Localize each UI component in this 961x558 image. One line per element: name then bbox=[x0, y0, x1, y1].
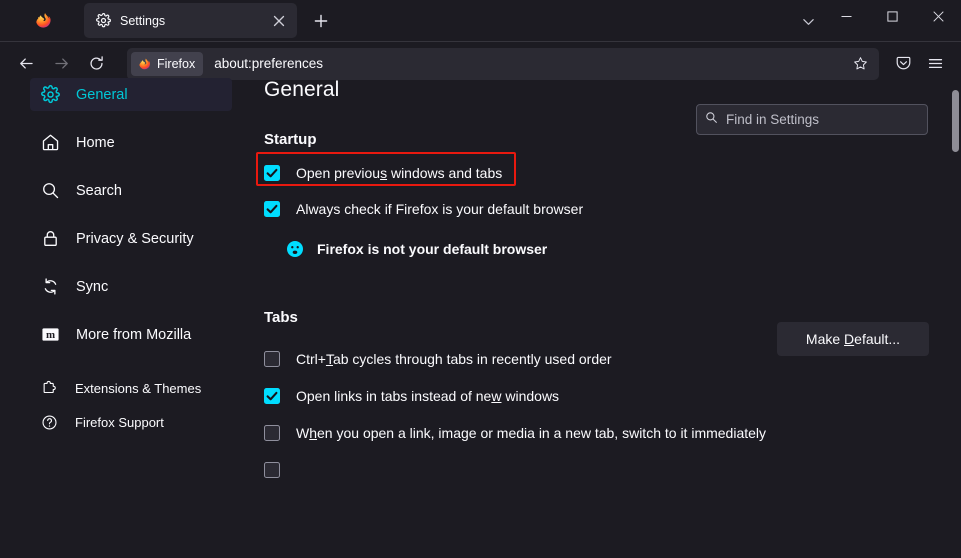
sidebar-item-label: General bbox=[76, 86, 128, 103]
back-button[interactable] bbox=[10, 48, 42, 80]
sidebar-item-label: Extensions & Themes bbox=[75, 380, 202, 396]
section-heading-startup: Startup bbox=[264, 131, 317, 148]
home-icon bbox=[40, 133, 60, 153]
sidebar-divider-gap bbox=[0, 351, 232, 373]
mozilla-m-icon: m bbox=[40, 325, 60, 345]
close-window-button[interactable] bbox=[915, 0, 961, 32]
window-controls bbox=[823, 0, 961, 41]
close-icon[interactable] bbox=[269, 11, 289, 31]
list-all-tabs-button[interactable] bbox=[793, 7, 823, 35]
minimize-button[interactable] bbox=[823, 0, 869, 32]
checkbox-label: Open links in tabs instead of new window… bbox=[296, 387, 560, 404]
checkbox-row-partial-below-fold[interactable] bbox=[264, 458, 864, 481]
puzzle-piece-icon bbox=[40, 379, 58, 397]
url-text[interactable]: about:preferences bbox=[214, 56, 847, 71]
new-tab-button[interactable] bbox=[307, 7, 335, 35]
sidebar-item-general[interactable]: General bbox=[30, 78, 232, 111]
firefox-logo bbox=[0, 0, 84, 41]
checkbox-always-check-default[interactable] bbox=[264, 200, 280, 217]
checkbox-label: Ctrl+Tab cycles through tabs in recently… bbox=[296, 350, 612, 367]
svg-text:m: m bbox=[45, 329, 54, 341]
tab-bar: Settings bbox=[0, 0, 961, 41]
checkbox-open-links-in-tabs[interactable] bbox=[264, 387, 280, 404]
identity-label: Firefox bbox=[157, 56, 196, 71]
checkbox-row-ctrl-tab-cycles[interactable]: Ctrl+Tab cycles through tabs in recently… bbox=[264, 347, 864, 370]
checkbox-open-previous-windows[interactable] bbox=[264, 164, 280, 181]
lock-icon bbox=[40, 229, 60, 249]
tab-title: Settings bbox=[120, 13, 166, 28]
sidebar-item-sync[interactable]: Sync bbox=[30, 270, 232, 303]
bookmark-star-icon[interactable] bbox=[847, 51, 873, 77]
checkbox-partial[interactable] bbox=[264, 461, 280, 478]
gear-icon bbox=[40, 85, 60, 105]
checkbox-row-switch-to-new-tab[interactable]: When you open a link, image or media in … bbox=[264, 421, 864, 444]
checkbox-row-always-check-default[interactable]: Always check if Firefox is your default … bbox=[264, 197, 864, 220]
pocket-button[interactable] bbox=[887, 48, 919, 80]
sidebar-item-search[interactable]: Search bbox=[30, 174, 232, 207]
checkbox-label: Open previous windows and tabs bbox=[296, 164, 503, 181]
sidebar-item-more-from-mozilla[interactable]: m More from Mozilla bbox=[30, 318, 232, 351]
tab-settings[interactable]: Settings bbox=[84, 3, 297, 38]
gear-icon bbox=[95, 13, 111, 29]
checkbox-label: When you open a link, image or media in … bbox=[296, 424, 767, 441]
checkbox-row-open-links-in-tabs[interactable]: Open links in tabs instead of new window… bbox=[264, 384, 864, 407]
checkbox-ctrl-tab-cycles[interactable] bbox=[264, 350, 280, 367]
default-browser-notice: Firefox is not your default browser bbox=[286, 238, 864, 260]
firefox-settings-window: Settings Firefox about:preferences Find … bbox=[0, 0, 961, 558]
sidebar-item-home[interactable]: Home bbox=[30, 126, 232, 159]
search-icon bbox=[40, 181, 60, 201]
checkbox-switch-to-new-tab[interactable] bbox=[264, 424, 280, 441]
sidebar-item-privacy-security[interactable]: Privacy & Security bbox=[30, 222, 232, 255]
identity-badge[interactable]: Firefox bbox=[131, 51, 204, 76]
forward-button[interactable] bbox=[45, 48, 77, 80]
firefox-logo-icon bbox=[35, 13, 51, 28]
sidebar-item-label: Firefox Support bbox=[75, 414, 164, 430]
sidebar-item-firefox-support[interactable]: Firefox Support bbox=[30, 407, 232, 437]
default-browser-notice-text: Firefox is not your default browser bbox=[317, 241, 548, 257]
checkbox-row-open-previous-windows[interactable]: Open previous windows and tabs bbox=[256, 152, 864, 186]
sidebar-item-label: Sync bbox=[76, 278, 109, 295]
info-circle-icon bbox=[286, 240, 304, 258]
reload-button[interactable] bbox=[80, 48, 112, 80]
settings-sidebar: General Home Search Privacy & Security S… bbox=[0, 78, 232, 437]
sidebar-item-label: Privacy & Security bbox=[76, 230, 194, 247]
make-default-button[interactable]: Make Default... bbox=[777, 322, 929, 356]
url-bar[interactable]: Firefox about:preferences bbox=[127, 47, 879, 80]
maximize-button[interactable] bbox=[869, 0, 915, 32]
app-menu-button[interactable] bbox=[919, 48, 951, 80]
checkbox-label: Always check if Firefox is your default … bbox=[296, 200, 584, 217]
page-title: General bbox=[264, 78, 340, 101]
settings-main-panel: General Startup Open previous windows an… bbox=[256, 78, 929, 481]
sidebar-item-label: Search bbox=[76, 182, 122, 199]
scrollbar-thumb[interactable] bbox=[952, 90, 959, 152]
sync-icon bbox=[40, 277, 60, 297]
sidebar-item-extensions-themes[interactable]: Extensions & Themes bbox=[30, 373, 232, 403]
sidebar-item-label: More from Mozilla bbox=[76, 326, 192, 343]
vertical-scrollbar[interactable] bbox=[950, 86, 961, 558]
section-heading-tabs: Tabs bbox=[264, 309, 298, 326]
sidebar-item-label: Home bbox=[76, 134, 115, 151]
question-circle-icon bbox=[40, 413, 58, 431]
firefox-identity-icon bbox=[139, 58, 150, 69]
